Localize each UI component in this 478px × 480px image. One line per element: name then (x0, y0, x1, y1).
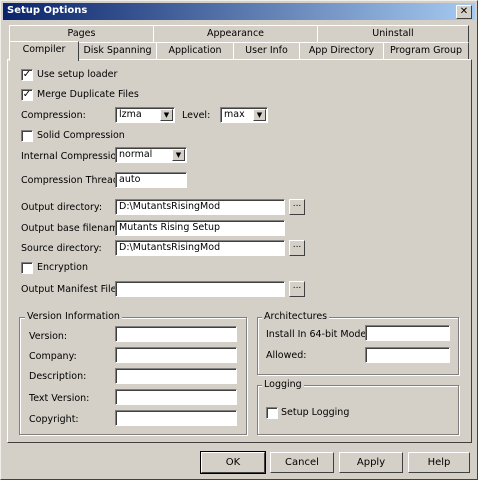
source-directory-label: Source directory: (21, 243, 102, 254)
merge-duplicate-files-label: Merge Duplicate Files (37, 89, 139, 100)
browse-output-directory-button[interactable]: ... (289, 199, 305, 215)
copyright-input[interactable] (115, 410, 237, 426)
compression-value: lzma (119, 109, 142, 120)
internal-compression-select[interactable]: normal ▼ (115, 147, 187, 163)
compression-threads-label: Compression Threads: (21, 175, 128, 186)
solid-compression-label: Solid Compression (37, 130, 125, 141)
cancel-button[interactable]: Cancel (270, 452, 334, 473)
setup-options-window: Setup Options ✕ Pages Appearance Uninsta… (0, 0, 478, 480)
merge-duplicate-files-checkbox[interactable]: ✓ (21, 89, 33, 101)
chevron-down-icon[interactable]: ▼ (160, 109, 173, 121)
output-directory-label: Output directory: (21, 202, 103, 213)
copyright-label: Copyright: (29, 414, 79, 425)
tab-user-info[interactable]: User Info (233, 42, 300, 60)
text-version-label: Text Version: (29, 393, 90, 404)
solid-compression-checkbox[interactable] (21, 130, 33, 142)
output-manifest-file-input[interactable] (115, 281, 285, 297)
compression-select[interactable]: lzma ▼ (115, 107, 175, 123)
source-directory-input[interactable]: D:\MutantsRisingMod (115, 240, 285, 256)
help-button[interactable]: Help (408, 452, 470, 473)
output-directory-input[interactable]: D:\MutantsRisingMod (115, 199, 285, 215)
tab-program-group[interactable]: Program Group (383, 42, 469, 60)
chevron-down-icon[interactable]: ▼ (172, 149, 185, 161)
compression-threads-input[interactable]: auto (115, 172, 187, 188)
output-base-filename-label: Output base filename: (21, 223, 128, 234)
tab-uninstall[interactable]: Uninstall (317, 25, 469, 43)
apply-button[interactable]: Apply (339, 452, 403, 473)
description-input[interactable] (115, 368, 237, 384)
encryption-label: Encryption (37, 262, 89, 273)
tab-compiler[interactable]: Compiler (9, 41, 79, 61)
allowed-label: Allowed: (266, 350, 307, 361)
install-64-bit-input[interactable] (365, 325, 450, 341)
window-title: Setup Options (7, 5, 88, 16)
version-label: Version: (29, 331, 68, 342)
tab-app-directory[interactable]: App Directory (299, 42, 384, 60)
tab-disk-spanning[interactable]: Disk Spanning (78, 42, 157, 60)
internal-compression-label: Internal Compression: (21, 151, 126, 162)
version-information-title: Version Information (25, 311, 122, 322)
setup-logging-label: Setup Logging (281, 407, 350, 418)
output-base-filename-input[interactable]: Mutants Rising Setup (115, 220, 285, 236)
chevron-down-icon[interactable]: ▼ (253, 109, 266, 121)
level-select[interactable]: max ▼ (220, 107, 268, 123)
company-label: Company: (29, 351, 77, 362)
logging-title: Logging (262, 379, 304, 390)
internal-compression-value: normal (119, 149, 153, 160)
description-label: Description: (29, 371, 87, 382)
encryption-checkbox[interactable] (21, 262, 33, 274)
install-64-bit-label: Install In 64-bit Mode: (266, 329, 370, 340)
company-input[interactable] (115, 347, 237, 363)
output-manifest-file-label: Output Manifest File: (21, 284, 120, 295)
browse-manifest-file-button[interactable]: ... (289, 281, 305, 297)
architectures-title: Architectures (262, 311, 330, 322)
title-bar: Setup Options ✕ (3, 3, 475, 20)
use-setup-loader-checkbox[interactable]: ✓ (21, 69, 33, 81)
allowed-input[interactable] (365, 347, 450, 363)
compression-label: Compression: (21, 110, 86, 121)
close-button[interactable]: ✕ (456, 5, 472, 19)
tab-application[interactable]: Application (156, 42, 234, 60)
setup-logging-checkbox[interactable] (266, 407, 278, 419)
tab-appearance[interactable]: Appearance (153, 25, 318, 43)
browse-source-directory-button[interactable]: ... (289, 240, 305, 256)
level-value: max (224, 109, 245, 120)
ok-button[interactable]: OK (200, 451, 266, 474)
level-label: Level: (182, 110, 211, 121)
use-setup-loader-label: Use setup loader (37, 69, 118, 80)
text-version-input[interactable] (115, 389, 237, 405)
version-input[interactable] (115, 326, 237, 342)
